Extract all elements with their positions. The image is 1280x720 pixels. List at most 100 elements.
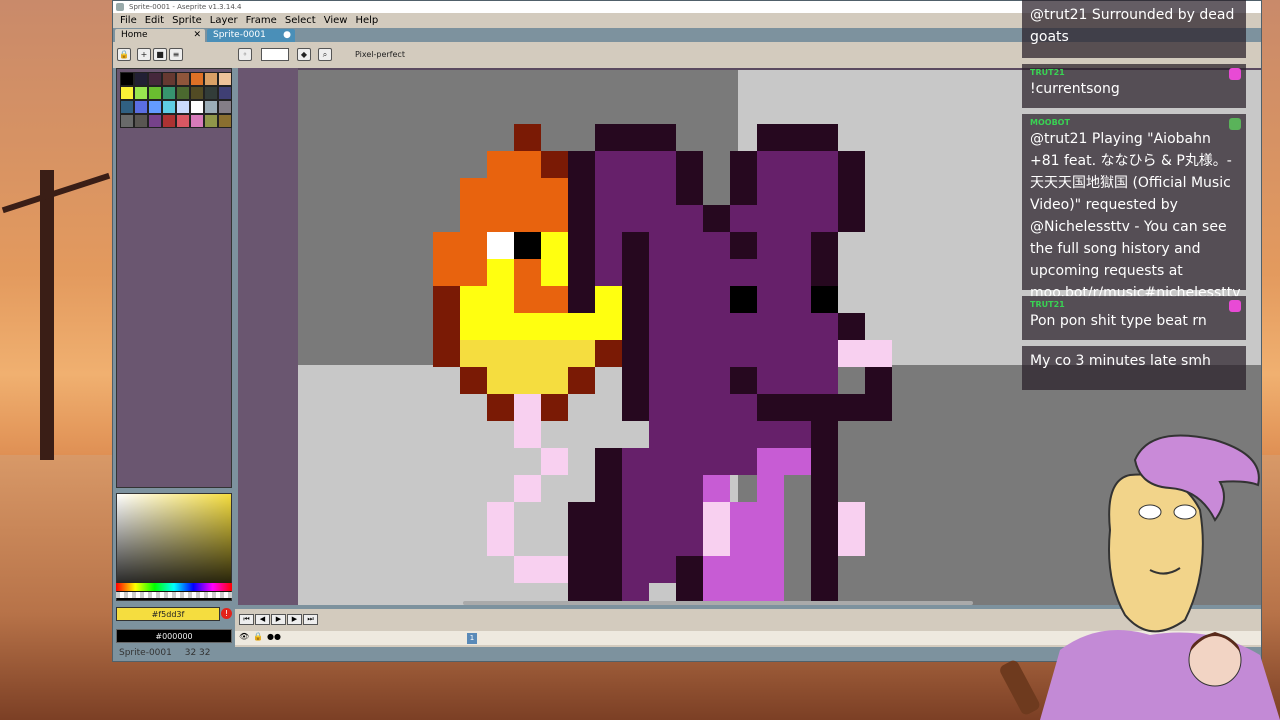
brush-type-icon[interactable]: ◆: [297, 48, 311, 61]
last-frame-icon[interactable]: ⏭: [303, 614, 318, 625]
menu-layer[interactable]: Layer: [206, 13, 242, 28]
first-frame-icon[interactable]: ⏮: [239, 614, 254, 625]
swatch[interactable]: [218, 100, 232, 114]
chat-username: MOOBOT: [1030, 118, 1070, 127]
palette-menu-icon[interactable]: ≡: [169, 48, 183, 61]
tree-branch-left: [1, 172, 111, 214]
crown-badge-icon: [1229, 68, 1241, 80]
alpha-slider[interactable]: [116, 592, 232, 598]
swatch[interactable]: [148, 72, 162, 86]
pixel-block: [811, 232, 838, 286]
menu-help[interactable]: Help: [351, 13, 382, 28]
swatch[interactable]: [204, 114, 218, 128]
pixel-block: [460, 367, 487, 394]
swatch[interactable]: [176, 86, 190, 100]
tab-sprite[interactable]: Sprite-0001 ●: [207, 29, 295, 42]
pixel-block: [622, 232, 649, 259]
swatch[interactable]: [190, 100, 204, 114]
swatch[interactable]: [218, 114, 232, 128]
swatch[interactable]: [134, 72, 148, 86]
pixel-block: [622, 448, 649, 605]
swatch[interactable]: [134, 100, 148, 114]
beer-bottle: [1000, 660, 1040, 715]
close-icon[interactable]: ✕: [193, 29, 201, 42]
swatch[interactable]: [134, 86, 148, 100]
swatch[interactable]: [176, 114, 190, 128]
warning-icon[interactable]: !: [221, 608, 232, 619]
swatch[interactable]: [120, 86, 134, 100]
swatch[interactable]: [204, 72, 218, 86]
pixel-block: [460, 178, 568, 205]
swatch[interactable]: [148, 86, 162, 100]
status-size: 32 32: [184, 648, 211, 658]
lock-icon[interactable]: 🔒: [117, 48, 131, 61]
pixel-block: [541, 448, 568, 475]
swatch[interactable]: [120, 100, 134, 114]
palette-options-icon[interactable]: ■: [153, 48, 167, 61]
foreground-color-button[interactable]: #f5dd3f: [116, 607, 220, 621]
swatch[interactable]: [162, 86, 176, 100]
pixel-block: [433, 340, 460, 367]
pixel-block: [487, 232, 514, 259]
swatch[interactable]: [148, 100, 162, 114]
horizontal-scrollbar[interactable]: [463, 601, 973, 605]
pixel-block: [433, 232, 487, 259]
aseprite-app-icon: [116, 3, 124, 11]
palette-panel: [116, 68, 232, 488]
swatch[interactable]: [162, 114, 176, 128]
pixel-block: [541, 394, 568, 421]
menu-edit[interactable]: Edit: [141, 13, 168, 28]
pixel-block: [487, 259, 514, 286]
lock-layer-icon[interactable]: 🔒: [253, 632, 263, 641]
swatch[interactable]: [162, 100, 176, 114]
pixel-block: [595, 340, 622, 367]
menu-frame[interactable]: Frame: [242, 13, 281, 28]
menu-sprite[interactable]: Sprite: [168, 13, 206, 28]
swatch[interactable]: [190, 114, 204, 128]
swatch[interactable]: [204, 100, 218, 114]
menu-view[interactable]: View: [320, 13, 352, 28]
pixel-block: [649, 394, 757, 475]
swatch[interactable]: [190, 86, 204, 100]
swatch[interactable]: [218, 86, 232, 100]
brush-size-field[interactable]: [261, 48, 289, 61]
swatch[interactable]: [204, 86, 218, 100]
hue-slider[interactable]: [116, 583, 232, 591]
swatch[interactable]: [176, 72, 190, 86]
pixel-block: [676, 205, 703, 232]
eye-icon[interactable]: 👁: [239, 632, 249, 641]
tab-home[interactable]: Home ✕: [115, 29, 205, 42]
onion-skin-icon[interactable]: ●●: [267, 632, 281, 641]
chat-message: MOOBOT @trut21 Playing "Aiobahn +81 feat…: [1022, 114, 1246, 301]
play-icon[interactable]: ▶: [271, 614, 286, 625]
background-color-button[interactable]: #000000: [116, 629, 232, 643]
pixel-block: [838, 313, 865, 340]
swatch[interactable]: [162, 72, 176, 86]
add-color-icon[interactable]: +: [137, 48, 151, 61]
prev-frame-icon[interactable]: ◀: [255, 614, 270, 625]
brush-shape-icon[interactable]: ◦: [238, 48, 252, 61]
menu-select[interactable]: Select: [281, 13, 320, 28]
pixel-block: [730, 232, 757, 259]
next-frame-icon[interactable]: ▶: [287, 614, 302, 625]
pixel-perfect-checkbox[interactable]: Pixel-perfect: [355, 50, 405, 59]
pixel-block: [838, 340, 892, 367]
swatch[interactable]: [134, 114, 148, 128]
swatch[interactable]: [190, 72, 204, 86]
pixel-block: [730, 367, 757, 394]
pixel-block: [568, 502, 595, 605]
swatch[interactable]: [120, 72, 134, 86]
swatch[interactable]: [148, 114, 162, 128]
swatch[interactable]: [176, 100, 190, 114]
swatch[interactable]: [120, 114, 134, 128]
frame-cel[interactable]: 1: [467, 633, 477, 644]
chat-text: @trut21 Surrounded by dead goats: [1030, 7, 1235, 45]
streamer-avatar: [1000, 434, 1280, 720]
magnifier-icon[interactable]: ⌕: [318, 48, 332, 61]
pixel-block: [595, 151, 676, 178]
chat-text: Pon pon shit type beat rn: [1030, 313, 1207, 329]
swatch[interactable]: [218, 72, 232, 86]
pixel-block: [487, 286, 514, 313]
pixel-block: [514, 232, 541, 259]
menu-file[interactable]: File: [116, 13, 141, 28]
